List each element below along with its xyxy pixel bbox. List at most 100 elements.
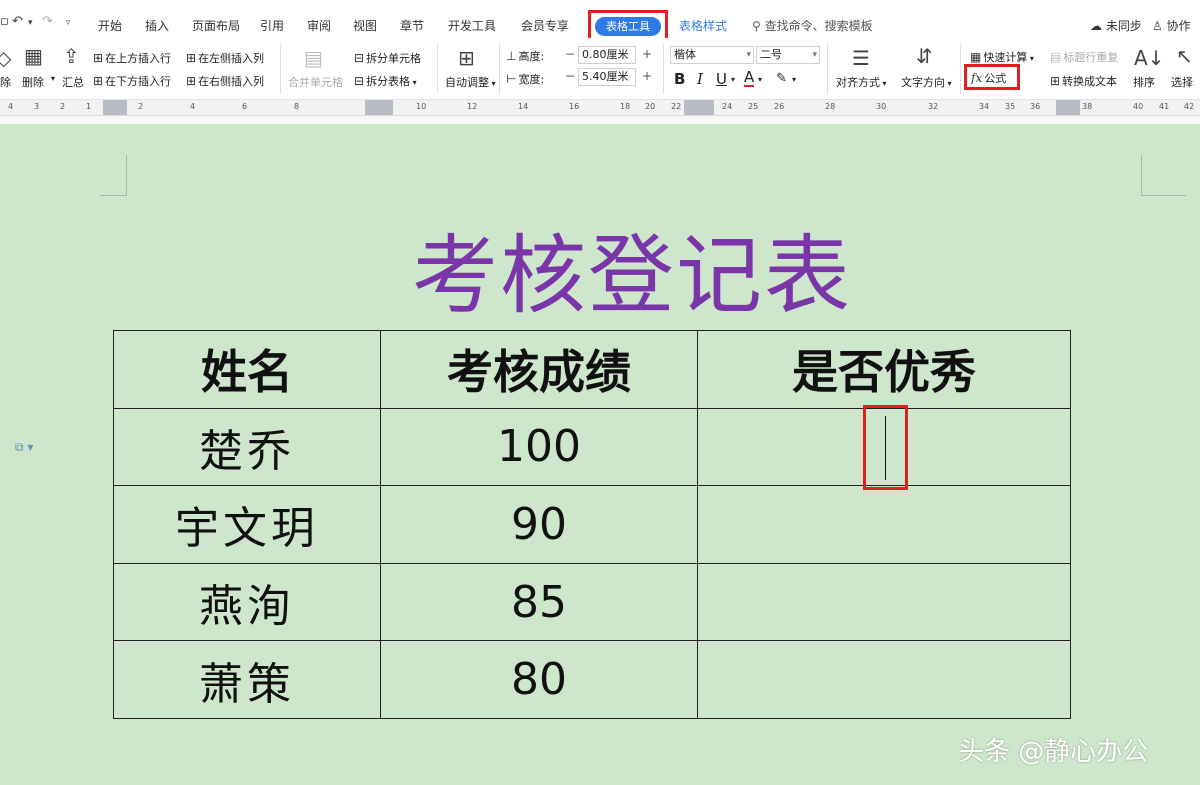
tab-member[interactable]: 会员专享 xyxy=(521,17,569,34)
sort-button[interactable]: 排序 xyxy=(1133,74,1155,90)
ruler-column-marker[interactable] xyxy=(365,100,393,115)
text-direction-button[interactable]: 文字方向 ▾ xyxy=(901,74,952,90)
header-cell-name[interactable]: 姓名 xyxy=(113,330,381,409)
ruler-column-marker[interactable] xyxy=(1056,100,1080,115)
name-cell[interactable]: 楚乔 xyxy=(113,407,381,487)
insert-col-left-icon: ⊞ xyxy=(186,51,197,65)
bold-button[interactable]: B xyxy=(674,70,685,88)
font-size-select[interactable]: 二号 ▾ xyxy=(756,46,820,64)
split-table-label: 拆分表格 xyxy=(366,75,411,88)
underline-dropdown-icon[interactable]: ▾ xyxy=(731,75,735,84)
ruler-number: 2 xyxy=(60,102,66,111)
tab-page-layout[interactable]: 页面布局 xyxy=(192,17,240,34)
name-cell[interactable]: 萧策 xyxy=(113,640,381,719)
insert-col-left-label: 在左侧插入列 xyxy=(198,52,265,65)
split-table-button[interactable]: ⊟ 拆分表格 ▾ xyxy=(354,73,417,89)
text-cursor-highlight-box xyxy=(863,405,908,490)
quick-calc-button[interactable]: ▦ 快速计算 ▾ xyxy=(970,49,1034,65)
ruler-column-marker[interactable] xyxy=(684,100,714,115)
merge-cells-button[interactable]: 合并单元格 xyxy=(288,74,343,90)
name-cell[interactable]: 燕洵 xyxy=(113,562,381,642)
app-menu-icon[interactable]: ▫ xyxy=(0,14,9,29)
select-button[interactable]: 选择 xyxy=(1171,74,1193,90)
ruler-number: 1 xyxy=(86,102,92,111)
excellent-cell[interactable] xyxy=(697,562,1071,642)
formula-button[interactable]: fx 公式 xyxy=(971,70,1006,86)
insert-row-below-button[interactable]: ⊞ 在下方插入行 xyxy=(93,73,171,89)
font-family-select[interactable]: 楷体 ▾ xyxy=(670,46,754,64)
height-decrease-button[interactable]: − xyxy=(563,46,577,64)
search-label: 查找命令、搜索模板 xyxy=(764,19,873,33)
paragraph-layout-icon[interactable]: ⧉ ▾ xyxy=(15,440,33,455)
ruler-number: 41 xyxy=(1159,102,1170,111)
tab-view[interactable]: 视图 xyxy=(353,17,377,34)
insert-col-right-button[interactable]: ⊞ 在右侧插入列 xyxy=(186,73,264,89)
ruler-number: 28 xyxy=(825,102,836,111)
redo-icon[interactable]: ↷ xyxy=(42,14,53,29)
split-table-icon: ⊟ xyxy=(354,74,365,88)
tab-table-tools[interactable]: 表格工具 xyxy=(595,17,661,36)
ruler-number: 20 xyxy=(645,102,656,111)
score-cell[interactable]: 80 xyxy=(380,640,698,719)
font-color-dropdown-icon[interactable]: ▾ xyxy=(758,75,762,84)
highlight-pen-icon[interactable]: ✎ xyxy=(776,71,787,86)
width-increase-button[interactable]: + xyxy=(640,68,654,86)
tab-review[interactable]: 审阅 xyxy=(307,17,331,34)
width-decrease-button[interactable]: − xyxy=(563,68,577,86)
row-height-input[interactable]: 0.80厘米 xyxy=(578,46,636,64)
score-text: 100 xyxy=(497,421,581,473)
ruler-number: 40 xyxy=(1133,102,1144,111)
ribbon-divider xyxy=(827,44,828,94)
tab-table-style[interactable]: 表格样式 xyxy=(679,17,727,34)
table-row: 萧策 80 xyxy=(113,640,1071,719)
repeat-header-button[interactable]: ▤ 标题行重复 xyxy=(1050,49,1118,65)
align-button[interactable]: 对齐方式 ▾ xyxy=(836,74,887,90)
score-cell[interactable]: 85 xyxy=(380,562,698,642)
command-search[interactable]: ⚲ 查找命令、搜索模板 xyxy=(752,17,873,34)
tab-home[interactable]: 开始 xyxy=(98,17,122,34)
excellent-cell[interactable] xyxy=(697,640,1071,719)
summary-button[interactable]: 汇总 xyxy=(62,74,84,90)
score-text: 90 xyxy=(511,498,567,550)
undo-dropdown-icon[interactable]: ▾ xyxy=(28,18,33,28)
quick-access-dropdown-icon[interactable]: ▿ xyxy=(66,18,71,28)
tab-insert[interactable]: 插入 xyxy=(145,17,169,34)
header-cell-excellent[interactable]: 是否优秀 xyxy=(697,330,1071,409)
tab-chapter[interactable]: 章节 xyxy=(400,17,424,34)
auto-fit-button[interactable]: 自动调整 ▾ xyxy=(445,74,496,90)
tab-developer-tools[interactable]: 开发工具 xyxy=(448,17,496,34)
table-row: 燕洵 85 xyxy=(113,562,1071,642)
delete-button[interactable]: 删除 xyxy=(22,74,44,90)
col-width-input[interactable]: 5.40厘米 xyxy=(578,68,636,86)
highlight-dropdown-icon[interactable]: ▾ xyxy=(792,75,796,84)
score-cell[interactable]: 100 xyxy=(380,407,698,487)
ruler-number: 32 xyxy=(928,102,939,111)
collaborate-button[interactable]: ♙ 协作 xyxy=(1152,17,1191,34)
ruler-margin-marker[interactable] xyxy=(103,100,127,115)
score-cell[interactable]: 90 xyxy=(380,485,698,564)
header-excellent-text: 是否优秀 xyxy=(792,345,976,400)
split-cells-button[interactable]: ⊟ 拆分单元格 xyxy=(354,50,421,66)
height-increase-button[interactable]: + xyxy=(640,46,654,64)
undo-icon[interactable]: ↶ xyxy=(12,14,23,29)
insert-col-left-button[interactable]: ⊞ 在左侧插入列 xyxy=(186,50,264,66)
table-delete-icon: ▦ xyxy=(24,44,43,68)
sync-status[interactable]: ☁ 未同步 xyxy=(1090,17,1142,34)
font-color-button[interactable]: A xyxy=(744,70,755,87)
excellent-cell[interactable] xyxy=(697,485,1071,564)
ruler-number: 10 xyxy=(416,102,427,111)
name-cell[interactable]: 宇文玥 xyxy=(113,485,381,564)
tab-references[interactable]: 引用 xyxy=(260,17,284,34)
text-cursor xyxy=(885,416,886,480)
clear-button[interactable]: 除 xyxy=(0,74,11,90)
insert-row-below-icon: ⊞ xyxy=(93,74,104,88)
insert-row-above-button[interactable]: ⊞ 在上方插入行 xyxy=(93,50,171,66)
ruler-number: 24 xyxy=(722,102,733,111)
convert-to-text-button[interactable]: ⊞ 转换成文本 xyxy=(1050,73,1117,89)
header-cell-score[interactable]: 考核成绩 xyxy=(380,330,698,409)
horizontal-ruler[interactable]: 4 3 2 1 2 4 6 8 10 12 14 16 18 20 22 24 … xyxy=(0,100,1200,116)
delete-dropdown-icon[interactable]: ▾ xyxy=(51,74,55,83)
italic-button[interactable]: I xyxy=(697,70,703,88)
underline-button[interactable]: U xyxy=(716,70,727,88)
col-width-label: ⊢ 宽度: xyxy=(506,72,545,86)
